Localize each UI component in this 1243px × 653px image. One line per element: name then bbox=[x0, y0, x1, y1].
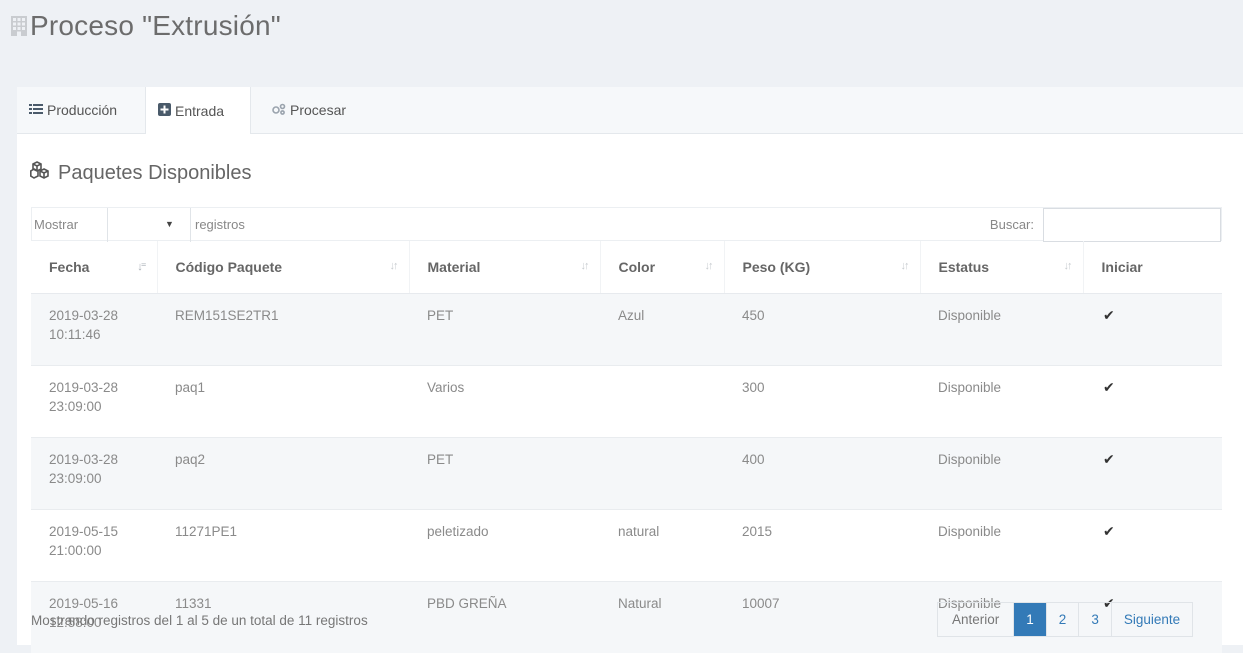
cell-material: peletizado bbox=[409, 510, 600, 582]
cell-codigo: 11271PE1 bbox=[157, 510, 409, 582]
cell-color: natural bbox=[600, 510, 724, 582]
caret-down-icon: ▼ bbox=[165, 219, 174, 229]
show-label: Mostrar bbox=[34, 208, 78, 242]
cell-estatus: Disponible bbox=[920, 366, 1083, 438]
cell-time: 23:09:00 bbox=[49, 399, 102, 414]
col-label: Iniciar bbox=[1102, 259, 1143, 275]
cell-estatus: Disponible bbox=[920, 294, 1083, 366]
col-label: Estatus bbox=[939, 259, 990, 275]
table-info: Mostrando registros del 1 al 5 de un tot… bbox=[31, 613, 368, 628]
cell-material: Varios bbox=[409, 366, 600, 438]
next-page-button[interactable]: Siguiente bbox=[1112, 603, 1192, 636]
cell-date: 2019-03-28 bbox=[49, 308, 118, 323]
sort-icon: ↓↑ bbox=[581, 260, 588, 272]
pagination: Anterior 1 2 3 Siguiente bbox=[937, 602, 1193, 637]
cell-fecha: 2019-03-28 23:09:00 bbox=[31, 366, 157, 438]
sort-icon: ↓↑ bbox=[901, 260, 908, 272]
cell-peso: 2015 bbox=[724, 510, 920, 582]
search-input[interactable] bbox=[1043, 208, 1221, 242]
cell-estatus: Disponible bbox=[920, 510, 1083, 582]
tab-produccion[interactable]: Producción bbox=[17, 87, 145, 133]
col-label: Peso (KG) bbox=[743, 259, 811, 275]
page-title: Proceso "Extrusión" bbox=[30, 10, 281, 42]
cell-peso: 10007 bbox=[724, 582, 920, 653]
table-row: 2019-03-28 23:09:00 paq1 Varios 300 Dispo… bbox=[31, 366, 1222, 438]
col-header-material[interactable]: Material ↓↑ bbox=[409, 241, 600, 294]
section-title-text: Paquetes Disponibles bbox=[58, 162, 251, 185]
cell-peso: 450 bbox=[724, 294, 920, 366]
table-row: 2019-03-28 10:11:46 REM151SE2TR1 PET Azul… bbox=[31, 294, 1222, 366]
search-label: Buscar: bbox=[990, 208, 1034, 242]
tab-bar: Producción Entrada Procesar bbox=[17, 87, 1243, 134]
records-label: registros bbox=[195, 208, 245, 242]
tab-entrada[interactable]: Entrada bbox=[145, 87, 251, 134]
cell-fecha: 2019-03-28 23:09:00 bbox=[31, 438, 157, 510]
tab-label: Procesar bbox=[290, 102, 346, 118]
cell-fecha: 2019-05-15 21:00:00 bbox=[31, 510, 157, 582]
tab-procesar[interactable]: Procesar bbox=[259, 87, 369, 133]
cell-peso: 400 bbox=[724, 438, 920, 510]
page-button-2[interactable]: 2 bbox=[1047, 603, 1080, 636]
cell-time: 10:11:46 bbox=[49, 327, 101, 342]
start-check-icon[interactable]: ✔ bbox=[1083, 438, 1222, 510]
cell-estatus: Disponible bbox=[920, 438, 1083, 510]
building-icon bbox=[10, 15, 28, 37]
cell-material: PBD GREÑA bbox=[409, 582, 600, 653]
start-check-icon[interactable]: ✔ bbox=[1083, 366, 1222, 438]
col-header-codigo[interactable]: Código Paquete ↓↑ bbox=[157, 241, 409, 294]
packages-table: Fecha ↓⁼ Código Paquete ↓↑ Material ↓↑ Colo… bbox=[31, 241, 1222, 653]
sort-icon: ↓↑ bbox=[705, 260, 712, 272]
sort-icon: ↓↑ bbox=[1064, 260, 1071, 272]
col-label: Material bbox=[428, 259, 481, 275]
table-row: 2019-03-28 23:09:00 paq2 PET 400 Disponib… bbox=[31, 438, 1222, 510]
cell-fecha: 2019-03-28 10:11:46 bbox=[31, 294, 157, 366]
cell-color: Natural bbox=[600, 582, 724, 653]
col-header-peso[interactable]: Peso (KG) ↓↑ bbox=[724, 241, 920, 294]
page-header: Proceso "Extrusión" bbox=[10, 10, 281, 42]
col-header-estatus[interactable]: Estatus ↓↑ bbox=[920, 241, 1083, 294]
page-button-3[interactable]: 3 bbox=[1079, 603, 1112, 636]
cell-color bbox=[600, 438, 724, 510]
cell-date: 2019-03-28 bbox=[49, 380, 118, 395]
prev-page-button[interactable]: Anterior bbox=[938, 603, 1014, 636]
cell-date: 2019-05-15 bbox=[49, 524, 118, 539]
cell-codigo: paq2 bbox=[157, 438, 409, 510]
cell-color bbox=[600, 366, 724, 438]
tab-label: Producción bbox=[47, 102, 117, 118]
tab-label: Entrada bbox=[175, 103, 224, 119]
cell-time: 23:09:00 bbox=[49, 471, 102, 486]
col-header-iniciar: Iniciar bbox=[1083, 241, 1222, 294]
cogs-icon bbox=[271, 102, 286, 118]
cell-material: PET bbox=[409, 438, 600, 510]
cell-color: Azul bbox=[600, 294, 724, 366]
section-title: Paquetes Disponibles bbox=[30, 161, 251, 185]
cell-codigo: paq1 bbox=[157, 366, 409, 438]
cell-codigo: REM151SE2TR1 bbox=[157, 294, 409, 366]
list-icon bbox=[29, 102, 43, 118]
col-label: Código Paquete bbox=[176, 259, 283, 275]
page-length-select[interactable]: ▼ bbox=[107, 208, 191, 242]
cell-time: 21:00:00 bbox=[49, 543, 102, 558]
sort-asc-icon: ↓⁼ bbox=[137, 260, 144, 273]
cell-date: 2019-03-28 bbox=[49, 452, 118, 467]
cell-date: 2019-05-16 bbox=[49, 596, 118, 611]
col-header-color[interactable]: Color ↓↑ bbox=[600, 241, 724, 294]
cell-material: PET bbox=[409, 294, 600, 366]
start-check-icon[interactable]: ✔ bbox=[1083, 294, 1222, 366]
cubes-icon bbox=[30, 161, 52, 185]
cell-peso: 300 bbox=[724, 366, 920, 438]
col-label: Fecha bbox=[49, 259, 89, 275]
col-header-fecha[interactable]: Fecha ↓⁼ bbox=[31, 241, 157, 294]
start-check-icon[interactable]: ✔ bbox=[1083, 510, 1222, 582]
page-button-1[interactable]: 1 bbox=[1014, 603, 1047, 636]
table-header-row: Fecha ↓⁼ Código Paquete ↓↑ Material ↓↑ Colo… bbox=[31, 241, 1222, 294]
table-row: 2019-05-15 21:00:00 11271PE1 peletizado n… bbox=[31, 510, 1222, 582]
table-toolbar: Mostrar ▼ registros Buscar: bbox=[31, 207, 1222, 241]
col-label: Color bbox=[619, 259, 656, 275]
sort-icon: ↓↑ bbox=[390, 260, 397, 272]
plus-square-icon bbox=[158, 103, 171, 119]
portlet: Producción Entrada Procesar Paquetes Dis bbox=[17, 87, 1243, 645]
